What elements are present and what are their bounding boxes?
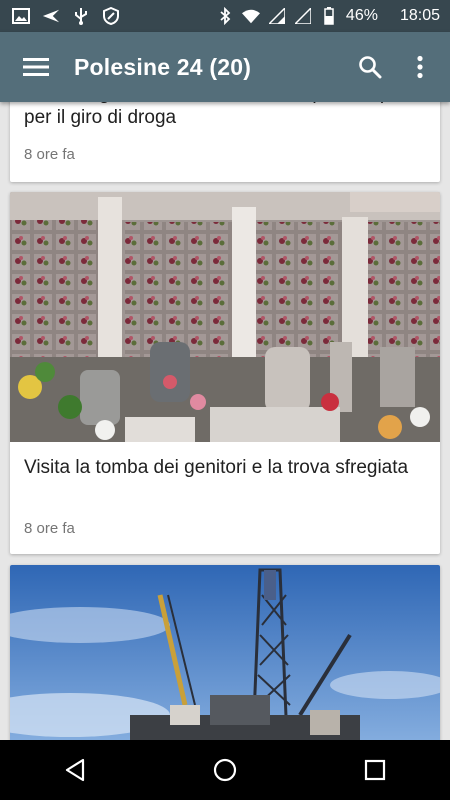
search-button[interactable] — [350, 47, 390, 87]
usb-icon — [72, 7, 90, 25]
article-image-oil-rig — [10, 565, 440, 740]
article-time: 8 ore fa — [24, 520, 75, 537]
article-title: Visita la tomba dei genitori e la trova … — [24, 457, 409, 478]
recents-button[interactable] — [345, 740, 405, 800]
home-circle-icon — [213, 758, 237, 782]
battery-icon — [320, 7, 338, 25]
send-icon — [42, 7, 60, 25]
signal-icon — [294, 7, 312, 25]
battery-percent: 46% — [345, 7, 378, 24]
back-button[interactable] — [45, 740, 105, 800]
status-bar: 46% 18:05 — [0, 0, 450, 32]
search-icon — [359, 56, 382, 79]
article-card[interactable]: Una siringa davanti casa, cittadini preo… — [10, 102, 440, 182]
signal-icon — [268, 7, 286, 25]
image-icon — [12, 7, 30, 25]
app-title: Polesine 24 (20) — [74, 53, 252, 80]
more-vert-icon — [417, 55, 423, 79]
article-title: Una siringa davanti casa, cittadini preo… — [24, 102, 411, 128]
wifi-icon — [241, 7, 260, 25]
news-feed[interactable]: Una siringa davanti casa, cittadini preo… — [0, 102, 450, 740]
article-image-cemetery — [10, 192, 440, 442]
article-card[interactable]: Visita la tomba dei genitori e la trova … — [10, 192, 440, 554]
app-bar: Polesine 24 (20) — [0, 32, 450, 102]
recents-square-icon — [364, 759, 386, 781]
system-nav-bar — [0, 740, 450, 800]
bluetooth-icon — [216, 7, 234, 25]
article-card[interactable] — [10, 565, 440, 740]
hamburger-icon — [23, 58, 49, 76]
shield-icon — [102, 7, 120, 25]
home-button[interactable] — [195, 740, 255, 800]
article-time: 8 ore fa — [24, 146, 75, 163]
overflow-menu-button[interactable] — [400, 47, 440, 87]
back-triangle-icon — [65, 758, 85, 782]
clock: 18:05 — [399, 7, 440, 24]
menu-button[interactable] — [18, 49, 54, 85]
